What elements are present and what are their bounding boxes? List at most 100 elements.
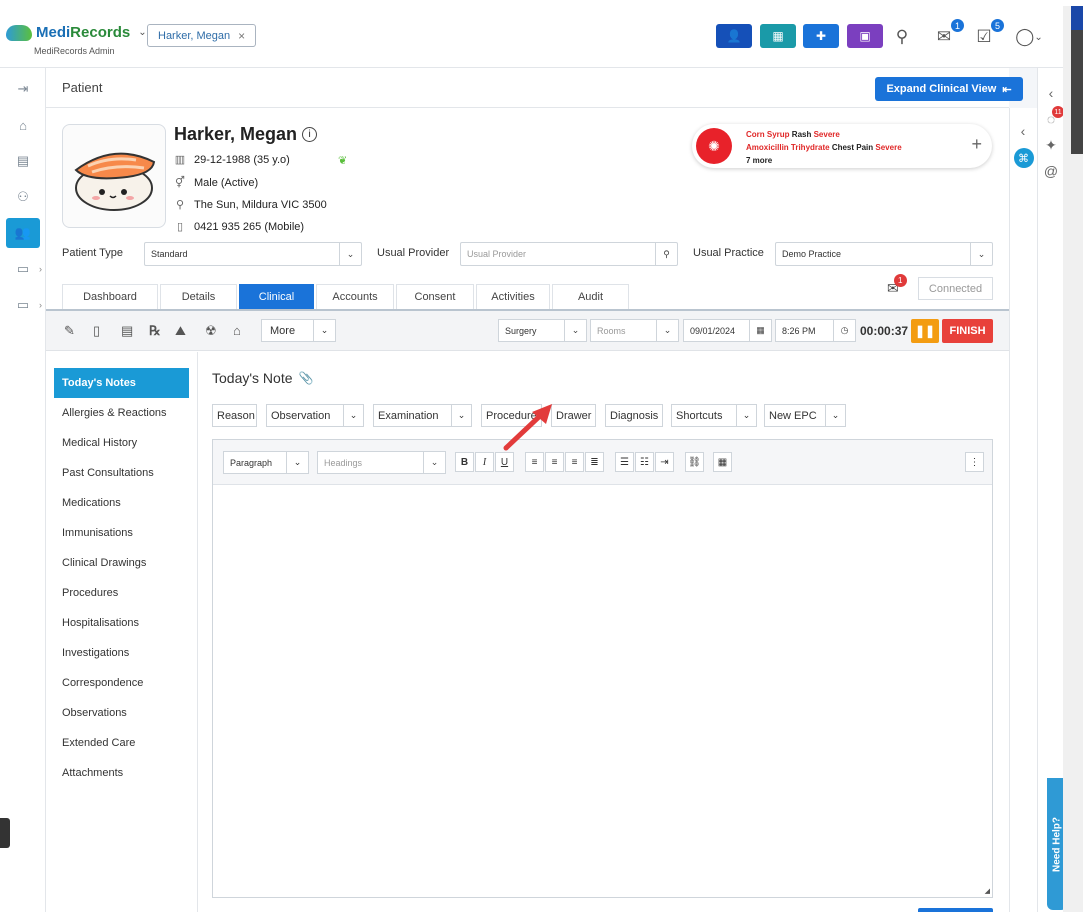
- tab-dashboard[interactable]: Dashboard: [62, 284, 158, 309]
- indent-icon[interactable]: ⇥: [655, 452, 674, 472]
- side-item-attachments[interactable]: Attachments: [54, 758, 189, 788]
- tag-icon[interactable]: ⌘: [1013, 148, 1034, 168]
- document-icon[interactable]: ▤: [121, 323, 133, 339]
- new-epc-dropdown[interactable]: New EPC ⌄: [764, 404, 846, 427]
- time-input[interactable]: 8:26 PM ◷: [775, 319, 856, 342]
- radiation-icon[interactable]: ☢: [205, 323, 217, 339]
- tab-details[interactable]: Details: [160, 284, 237, 309]
- location-value: Surgery: [505, 325, 537, 336]
- side-item-immunisations[interactable]: Immunisations: [54, 518, 189, 548]
- patient-name-text: Harker, Megan: [174, 124, 298, 144]
- tasks-icon[interactable]: ☑ 5: [971, 18, 1005, 50]
- allergy-more[interactable]: 7 more: [746, 156, 772, 165]
- finish-button[interactable]: FINISH: [942, 319, 993, 343]
- expand-nav-icon[interactable]: ⇥: [6, 74, 40, 104]
- side-item-procedures[interactable]: Procedures: [54, 578, 189, 608]
- at-sign-icon[interactable]: @: [1038, 158, 1064, 184]
- logo[interactable]: MediRecords ⌄: [6, 24, 147, 41]
- add-patient-button[interactable]: 👤: [716, 24, 752, 48]
- paperclip-icon[interactable]: 📎: [299, 371, 314, 385]
- link-icon[interactable]: ⛓: [685, 452, 704, 472]
- side-item-medical-history[interactable]: Medical History: [54, 428, 189, 458]
- pause-button[interactable]: ❚❚: [911, 319, 939, 343]
- prescription-icon[interactable]: ℞: [149, 323, 161, 339]
- headings-select[interactable]: Headings ⌄: [317, 451, 446, 474]
- side-item-clinical-drawings[interactable]: Clinical Drawings: [54, 548, 189, 578]
- numbered-list-icon[interactable]: ☷: [635, 452, 654, 472]
- add-allergy-icon[interactable]: +: [971, 134, 982, 155]
- pin-icon[interactable]: ✦: [1038, 132, 1064, 158]
- folder-share-icon[interactable]: ▭ ›: [6, 290, 42, 320]
- side-item-past-consultations[interactable]: Past Consultations: [54, 458, 189, 488]
- calendar-button[interactable]: ▦: [760, 24, 796, 48]
- clipboard-button[interactable]: ▣: [847, 24, 883, 48]
- usual-practice-select[interactable]: Demo Practice ⌄: [775, 242, 993, 266]
- messages-icon[interactable]: ✉ 1: [887, 274, 907, 297]
- usual-provider-input[interactable]: Usual Provider ⚲: [460, 242, 678, 266]
- open-patient-tab[interactable]: Harker, Megan ×: [147, 24, 257, 47]
- date-input[interactable]: 09/01/2024 ▦: [683, 319, 772, 342]
- folder-icon[interactable]: ▭ ›: [6, 254, 42, 284]
- education-icon[interactable]: ⌂: [233, 323, 241, 338]
- tab-consent[interactable]: Consent: [396, 284, 474, 309]
- side-item-hospitalisations[interactable]: Hospitalisations: [54, 608, 189, 638]
- save-button[interactable]: [918, 908, 993, 912]
- imaging-icon[interactable]: ⛰: [175, 323, 186, 339]
- more-dropdown[interactable]: More ⌄: [261, 319, 336, 342]
- info-icon[interactable]: i: [302, 127, 318, 142]
- chevron-down-icon[interactable]: ⌄: [138, 27, 146, 38]
- location-select[interactable]: Surgery ⌄: [498, 319, 587, 342]
- tab-activities[interactable]: Activities: [476, 284, 550, 309]
- people-icon[interactable]: ⚇: [6, 182, 40, 212]
- side-item-correspondence[interactable]: Correspondence: [54, 668, 189, 698]
- side-item-allergies[interactable]: Allergies & Reactions: [54, 398, 189, 428]
- tab-accounts[interactable]: Accounts: [316, 284, 394, 309]
- edit-note-icon[interactable]: ✎: [64, 323, 75, 339]
- table-icon[interactable]: ▦: [713, 452, 732, 472]
- reason-button[interactable]: Reason: [212, 404, 257, 427]
- side-item-extended-care[interactable]: Extended Care: [54, 728, 189, 758]
- avatar[interactable]: [62, 124, 166, 228]
- side-item-todays-notes[interactable]: Today's Notes: [54, 368, 189, 398]
- chevron-left-icon[interactable]: ‹: [1010, 118, 1036, 144]
- align-right-icon[interactable]: ≡: [565, 452, 584, 472]
- examination-dropdown[interactable]: Examination ⌄: [373, 404, 472, 427]
- resize-handle-icon[interactable]: ◢: [985, 887, 990, 895]
- search-icon[interactable]: ⚲: [655, 243, 677, 265]
- user-menu[interactable]: ◯ ⌄: [1011, 24, 1047, 50]
- side-item-medications[interactable]: Medications: [54, 488, 189, 518]
- chevron-left-icon[interactable]: ‹: [1038, 80, 1064, 106]
- calendar-icon[interactable]: ▦: [749, 320, 771, 341]
- shortcuts-dropdown[interactable]: Shortcuts ⌄: [671, 404, 757, 427]
- connected-button[interactable]: Connected: [918, 277, 993, 300]
- side-item-observations[interactable]: Observations: [54, 698, 189, 728]
- rail-handle[interactable]: [0, 818, 10, 848]
- calendar-icon[interactable]: ▤: [6, 146, 40, 176]
- expand-clinical-view-button[interactable]: Expand Clinical View ⇤: [875, 77, 1023, 101]
- diagnosis-button[interactable]: Diagnosis: [605, 404, 663, 427]
- italic-icon[interactable]: I: [475, 452, 494, 472]
- paragraph-format-select[interactable]: Paragraph ⌄: [223, 451, 309, 474]
- mail-icon[interactable]: ✉ 1: [931, 18, 965, 50]
- window-scroll-thumb[interactable]: [1071, 30, 1083, 154]
- rooms-select[interactable]: Rooms ⌄: [590, 319, 679, 342]
- justify-icon[interactable]: ≣: [585, 452, 604, 472]
- close-icon[interactable]: ×: [238, 29, 245, 43]
- patients-icon[interactable]: 👥: [6, 218, 40, 248]
- bullet-list-icon[interactable]: ☰: [615, 452, 634, 472]
- allergy-alert-card[interactable]: ✺ Corn Syrup Rash Severe Amoxicillin Tri…: [692, 124, 992, 168]
- patient-type-select[interactable]: Standard ⌄: [144, 242, 362, 266]
- observation-dropdown[interactable]: Observation ⌄: [266, 404, 364, 427]
- more-options-icon[interactable]: ⋮: [965, 452, 984, 472]
- side-item-investigations[interactable]: Investigations: [54, 638, 189, 668]
- search-icon[interactable]: ⚲: [889, 24, 915, 50]
- bold-icon[interactable]: B: [455, 452, 474, 472]
- clock-icon[interactable]: ◷: [833, 320, 855, 341]
- tab-audit[interactable]: Audit: [552, 284, 629, 309]
- tab-clinical[interactable]: Clinical: [239, 284, 314, 309]
- paragraph-format-value: Paragraph: [230, 457, 273, 468]
- medical-kit-button[interactable]: ✚: [803, 24, 839, 48]
- pathology-icon[interactable]: ▯: [93, 323, 100, 339]
- notification-icon[interactable]: ◌ 11: [1038, 106, 1064, 132]
- home-icon[interactable]: ⌂: [6, 110, 40, 140]
